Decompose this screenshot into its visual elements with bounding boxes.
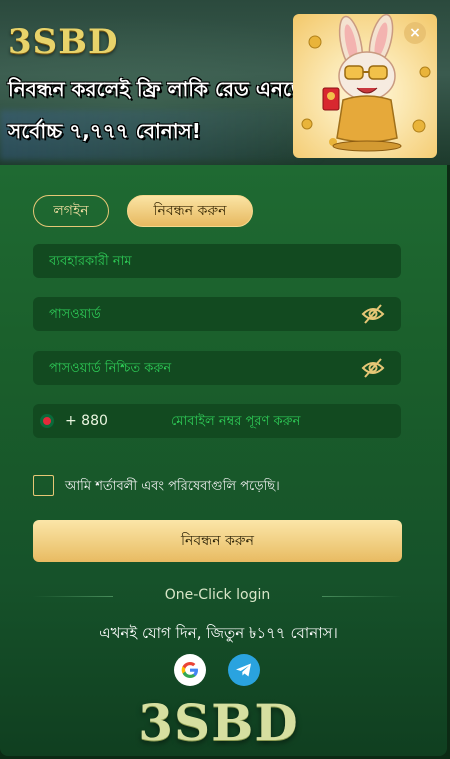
username-input[interactable]	[49, 244, 349, 278]
google-icon	[181, 662, 198, 678]
promo-banner: 3SBD নিবন্ধন করলেই ফ্রি লাকি রেড এনভেলপ …	[0, 0, 450, 165]
footer-logo: 3SBD	[138, 693, 299, 752]
phone-field: + 880	[33, 404, 401, 438]
eye-off-icon[interactable]	[361, 357, 385, 379]
close-banner-button[interactable]: ×	[404, 22, 426, 44]
eye-off-icon[interactable]	[361, 303, 385, 325]
username-field	[33, 244, 401, 278]
confirm-password-input[interactable]	[49, 351, 349, 385]
terms-checkbox[interactable]	[33, 475, 54, 496]
password-input[interactable]	[49, 297, 349, 331]
telegram-login-button[interactable]	[228, 654, 260, 686]
telegram-icon	[236, 663, 251, 677]
tab-login[interactable]: লগইন	[33, 195, 109, 227]
register-form-card: লগইন নিবন্ধন করুন + 880	[0, 165, 447, 756]
google-login-button[interactable]	[174, 654, 206, 686]
confirm-password-field	[33, 351, 401, 385]
join-bonus-text: এখনই যোগ দিন, জিতুন ৳১৭৭ বোনাস।	[99, 624, 338, 642]
terms-label[interactable]: আমি শর্তাবলী এবং পরিষেবাগুলি পড়েছি।	[65, 477, 280, 498]
phone-input[interactable]	[171, 404, 391, 438]
country-dial-code[interactable]: + 880	[65, 404, 108, 438]
tab-register[interactable]: নিবন্ধন করুন	[127, 195, 253, 227]
password-field	[33, 297, 401, 331]
register-submit-button[interactable]: নিবন্ধন করুন	[33, 520, 402, 562]
banner-bonus-text: সর্বোচ্চ ৭,৭৭৭ বোনাস!	[8, 119, 201, 143]
bangladesh-flag-icon[interactable]	[41, 415, 53, 427]
banner-headline: নিবন্ধন করলেই ফ্রি লাকি রেড এনভেলপ	[8, 77, 335, 101]
one-click-login: One-Click login	[33, 585, 402, 607]
one-click-login-label[interactable]: One-Click login	[33, 587, 402, 603]
banner-logo: 3SBD	[8, 22, 119, 62]
